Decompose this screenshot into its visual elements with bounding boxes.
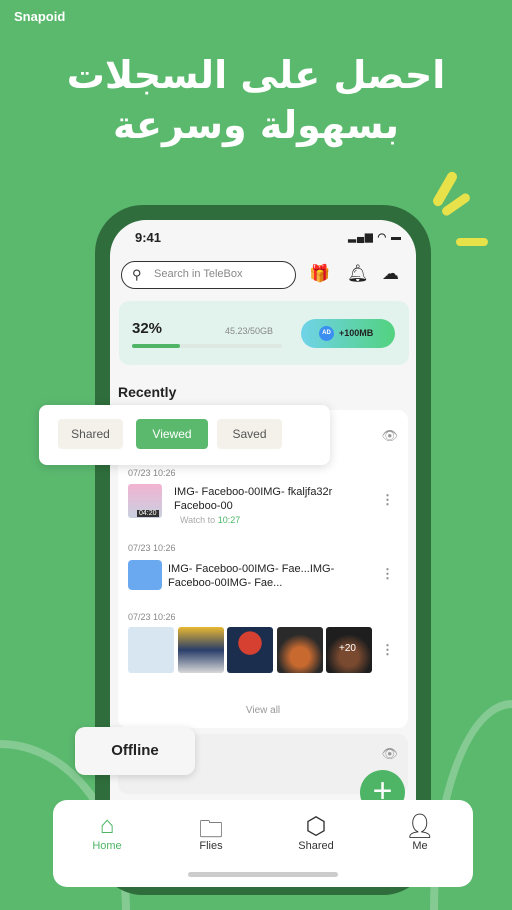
folder-icon: 🗀 [199,816,223,843]
decoration [456,238,488,246]
more-icon[interactable]: ⋮ [381,492,394,508]
image-thumbnail[interactable] [227,627,273,673]
status-time: 9:41 [135,230,162,245]
home-icon: ⌂ [99,812,115,839]
folder-icon[interactable] [128,560,162,590]
file-title[interactable]: IMG- Faceboo-00IMG- fkaljfa32r Faceboo-0… [174,485,364,513]
person-icon: 👤︎ [404,813,436,840]
eye-icon[interactable]: 👁︎ [381,428,398,444]
storage-percent: 32% [132,320,163,337]
video-duration: 04:20 [137,510,159,517]
offline-label: Offline [75,727,195,775]
section-title: Recently [118,384,177,400]
cloud-upload-icon[interactable]: ☁ [382,264,399,284]
cube-icon: ⬡ [305,813,327,840]
image-thumbnail[interactable] [277,627,323,673]
bell-icon[interactable]: 🔔︎ [347,264,369,284]
nav-files[interactable]: 🗀 Flies [171,812,251,852]
ad-button-label: +100MB [339,328,374,338]
tab-shared[interactable]: Shared [58,419,123,449]
watch-progress: Watch to 10:27 [180,515,240,525]
eye-icon[interactable]: 👁︎ [381,746,398,762]
tab-viewed[interactable]: Viewed [136,419,208,449]
search-placeholder: Search in TeleBox [154,268,243,280]
nav-label: Me [412,840,428,852]
nav-label: Flies [199,840,223,852]
bottom-nav: ⌂ Home 🗀 Flies ⬡ Shared 👤︎ Me [53,800,473,887]
filter-tabs: Shared Viewed Saved [39,405,330,465]
brand-logo: Snapoid [14,9,66,24]
nav-me[interactable]: 👤︎ Me [380,812,460,852]
gift-icon[interactable]: 🎁 [309,264,330,284]
video-thumbnail[interactable]: 04:20 [128,484,162,518]
more-icon[interactable]: ⋮ [381,642,394,658]
ad-reward-button[interactable]: AD +100MB [301,319,395,348]
watch-time: 10:27 [217,515,241,525]
storage-progress-bar [132,344,282,348]
view-all-link[interactable]: View all [118,705,408,716]
image-thumbnail[interactable] [128,627,174,673]
item-time: 07/23 10:26 [128,468,176,478]
headline: احصل على السجلات بسهولة وسرعة [0,50,512,150]
folder-title[interactable]: IMG- Faceboo-00IMG- Fae...IMG- Faceboo-0… [168,562,358,590]
search-input[interactable]: ⚲ Search in TeleBox [121,261,296,289]
home-indicator[interactable] [188,872,338,877]
storage-card: 32% 45.23/50GB AD +100MB [119,301,409,365]
storage-usage: 45.23/50GB [225,326,274,336]
more-count: +20 [339,643,356,654]
image-thumbnail[interactable] [178,627,224,673]
nav-label: Home [92,840,122,852]
tab-saved[interactable]: Saved [217,419,282,449]
nav-shared[interactable]: ⬡ Shared [276,812,356,852]
ad-badge: AD [319,326,334,341]
more-icon[interactable]: ⋮ [381,566,394,582]
image-thumbnail[interactable]: +20 [326,627,372,673]
search-icon: ⚲ [132,267,142,282]
nav-home[interactable]: ⌂ Home [67,812,147,852]
nav-label: Shared [298,840,334,852]
status-icons: ▂▄▆ ◠ ▬ [348,232,402,243]
item-time: 07/23 10:26 [128,543,176,553]
headline-line-1: احصل على السجلات [66,53,446,97]
watch-prefix: Watch to [180,515,216,525]
item-time: 07/23 10:26 [128,612,176,622]
headline-line-2: بسهولة وسرعة [112,103,400,147]
